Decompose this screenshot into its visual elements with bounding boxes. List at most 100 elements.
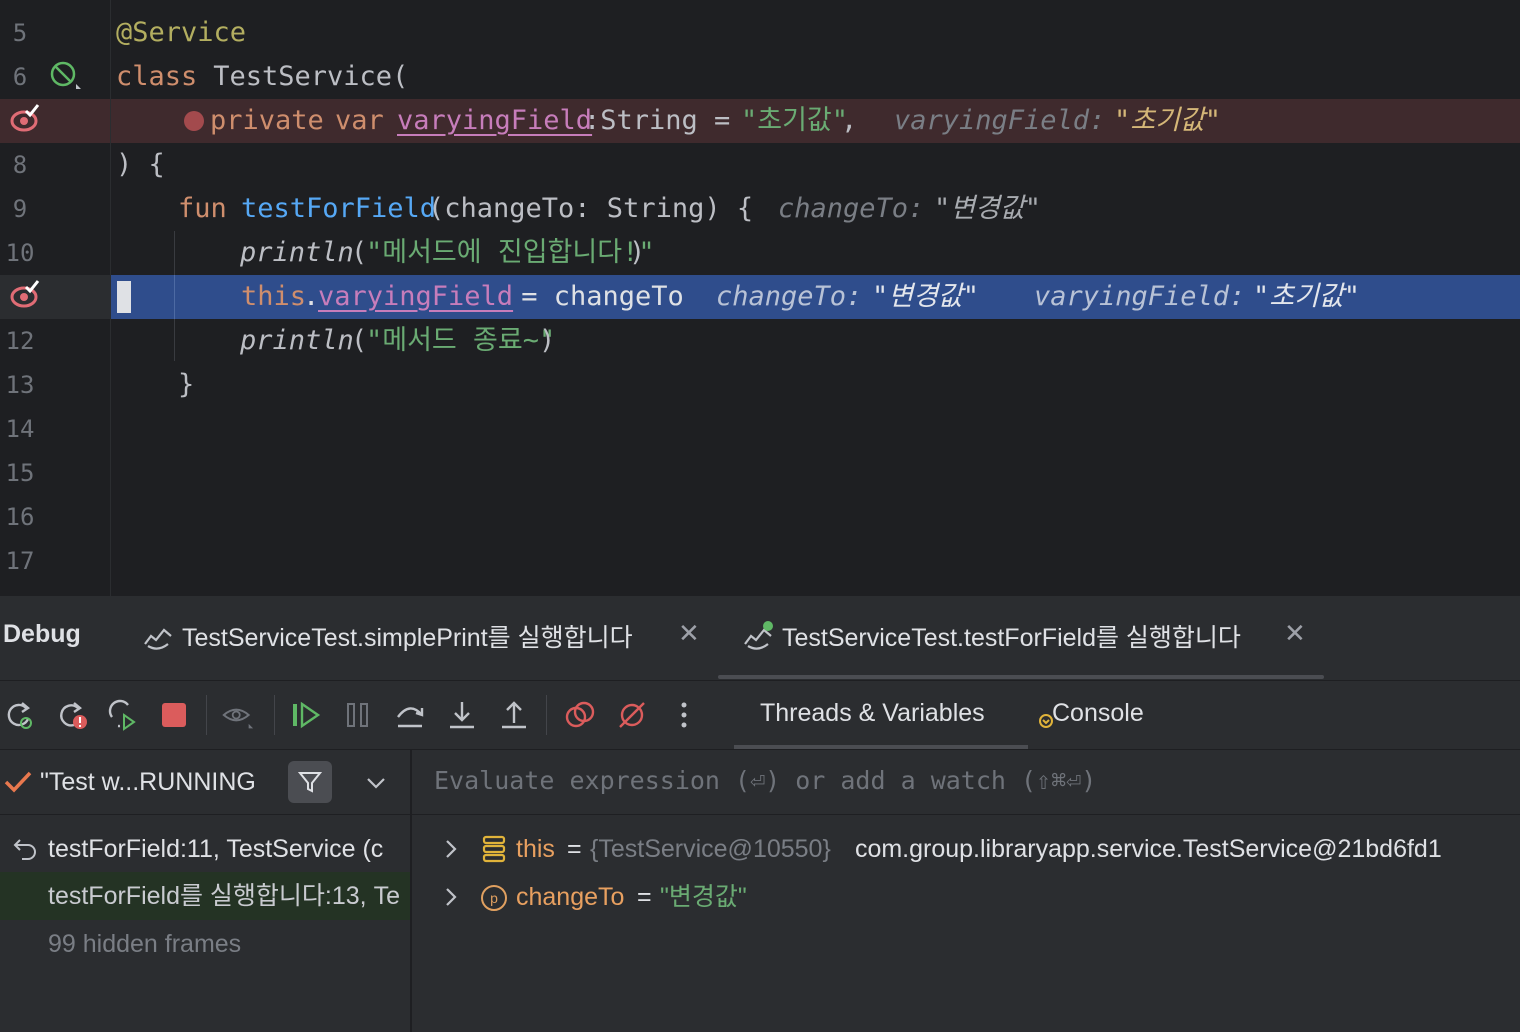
check-icon [4, 771, 32, 793]
inline-value: "변경값" [934, 193, 1042, 224]
code-line[interactable]: @Service [111, 11, 1520, 55]
line-number: 10 [5, 239, 35, 267]
inline-value-label: changeTo: [716, 281, 863, 312]
view-all-breakpoints-icon[interactable] [564, 699, 596, 731]
paren: ) [629, 237, 646, 268]
step-over-icon[interactable] [394, 699, 426, 731]
evaluate-expression-field[interactable]: Evaluate expression (⏎) or add a watch (… [412, 750, 1520, 815]
verified-breakpoint-icon[interactable] [8, 280, 42, 310]
step-out-icon[interactable] [498, 699, 530, 731]
stop-icon[interactable] [158, 699, 190, 731]
code-line[interactable]: ) { [111, 143, 1520, 187]
line-number: 13 [5, 371, 35, 399]
paren: ( [351, 325, 368, 356]
keyword: private [210, 105, 324, 136]
function-name: testForField [241, 193, 437, 224]
tab-console[interactable]: Console [1052, 699, 1144, 728]
thread-name: "Test w...RUNNING [40, 768, 256, 796]
pause-program-icon[interactable] [342, 699, 374, 731]
paren: ) [539, 325, 556, 356]
keyword: fun [178, 193, 227, 224]
code-text: = changeTo [505, 281, 684, 312]
parameters: (changeTo: String) { [428, 193, 754, 224]
mute-breakpoints-icon[interactable] [616, 699, 648, 731]
string-literal: "메서드에 진입합니다!" [366, 237, 655, 268]
variable-row-changeTo[interactable]: p changeTo = "변경값" [412, 873, 1520, 921]
variable-value: com.group.libraryapp.service.TestService… [848, 835, 1442, 863]
tab-threads-variables[interactable]: Threads & Variables [760, 699, 985, 728]
code-editor[interactable]: 5 6 8 9 10 12 13 14 15 16 17 @Service cl… [0, 0, 1520, 596]
evaluate-placeholder: Evaluate expression (⏎) or add a watch (… [434, 766, 1097, 795]
rerun-failed-icon[interactable] [56, 699, 88, 731]
svg-text:p: p [490, 890, 498, 906]
filter-icon [298, 772, 322, 793]
line-number: 16 [5, 503, 35, 531]
rerun-debug-icon[interactable] [4, 699, 36, 731]
close-icon[interactable]: ✕ [678, 618, 700, 649]
step-into-icon[interactable] [446, 699, 478, 731]
property-name[interactable]: varyingField [397, 99, 592, 143]
property-name[interactable]: varyingField [318, 275, 513, 319]
frames-panel: "Test w...RUNNING testForField:11, TestS… [0, 750, 412, 1032]
toolbar-separator [206, 695, 207, 735]
equals-sign: = [560, 835, 589, 863]
string-literal: "초기값" [741, 105, 849, 136]
code-line[interactable]: println ( "메서드 종료~" ) [111, 319, 1520, 363]
toolbar-separator [274, 695, 275, 735]
inline-value: "초기값" [1253, 281, 1361, 312]
code-line[interactable]: fun testForField (changeTo: String) { ch… [111, 187, 1520, 231]
code-line-breakpoint[interactable]: private var varyingField :String = "초기값"… [111, 99, 1520, 143]
variable-name: this [516, 835, 555, 863]
chevron-right-icon[interactable] [444, 839, 458, 859]
chevron-right-icon[interactable] [444, 887, 458, 907]
editor-gutter[interactable]: 5 6 8 9 10 12 13 14 15 16 17 [0, 0, 111, 596]
more-options-icon[interactable] [668, 699, 700, 731]
inline-value: "변경값" [872, 281, 980, 312]
inline-value-label: varyingField: [1034, 281, 1246, 312]
inline-value-label: changeTo: [778, 193, 925, 224]
debug-toolbar: Threads & Variables Console [0, 681, 1520, 750]
equals-sign: = [630, 883, 659, 911]
thread-selector[interactable]: "Test w...RUNNING [0, 750, 410, 815]
keyword: var [335, 105, 384, 136]
chevron-down-icon[interactable] [366, 776, 386, 790]
run-disabled-icon[interactable] [48, 60, 82, 92]
comma: , [841, 105, 858, 136]
parameter-icon: p [481, 885, 507, 911]
resume-program-icon[interactable] [290, 699, 322, 731]
inline-value-label: varyingField: [894, 105, 1106, 136]
annotation: @Service [116, 17, 247, 48]
code-line[interactable]: println ( "메서드에 진입합니다!" ) [111, 231, 1520, 275]
run-tab-test-for-field[interactable]: TestServiceTest.testForField를 실행합니다 [782, 618, 1241, 654]
variable-row-this[interactable]: this = {TestService@10550} com.group.lib… [412, 825, 1520, 873]
debug-tab-bar: Debug TestServiceTest.simplePrint를 실행합니다… [0, 596, 1520, 681]
frame-item[interactable]: testForField를 실행합니다:13, Te [0, 872, 410, 920]
frame-item-current[interactable]: testForField:11, TestService (c [0, 825, 410, 873]
run-tab-simple-print[interactable]: TestServiceTest.simplePrint를 실행합니다 [182, 618, 633, 654]
code-line[interactable]: class TestService( [111, 55, 1520, 99]
return-arrow-icon [13, 839, 36, 860]
line-number: 8 [12, 151, 28, 179]
verified-breakpoint-icon[interactable] [8, 104, 42, 134]
filter-button[interactable] [288, 761, 332, 803]
code-text: } [178, 369, 195, 400]
line-number: 15 [5, 459, 35, 487]
variables-panel: Evaluate expression (⏎) or add a watch (… [412, 750, 1520, 1032]
frame-label: testForField를 실행합니다:13, Te [48, 882, 400, 910]
indent-guide [174, 275, 175, 319]
code-line-execution-point[interactable]: this . varyingField = changeTo changeTo:… [111, 275, 1520, 319]
code-line[interactable]: } [111, 363, 1520, 407]
keyword: class [116, 61, 198, 92]
text-cursor [117, 281, 131, 313]
line-number: 12 [5, 327, 35, 355]
variable-type: {TestService@10550} [590, 835, 831, 863]
line-number: 6 [12, 63, 28, 91]
close-icon[interactable]: ✕ [1284, 618, 1306, 649]
toggle-auto-test-icon[interactable] [106, 699, 138, 731]
hidden-frames[interactable]: 99 hidden frames [0, 920, 410, 968]
active-tab-indicator [718, 675, 1324, 679]
view-breakpoints-icon[interactable] [222, 699, 254, 731]
test-run-active-icon [744, 621, 773, 650]
function-call: println [240, 325, 354, 356]
toolbar-separator [546, 695, 547, 735]
